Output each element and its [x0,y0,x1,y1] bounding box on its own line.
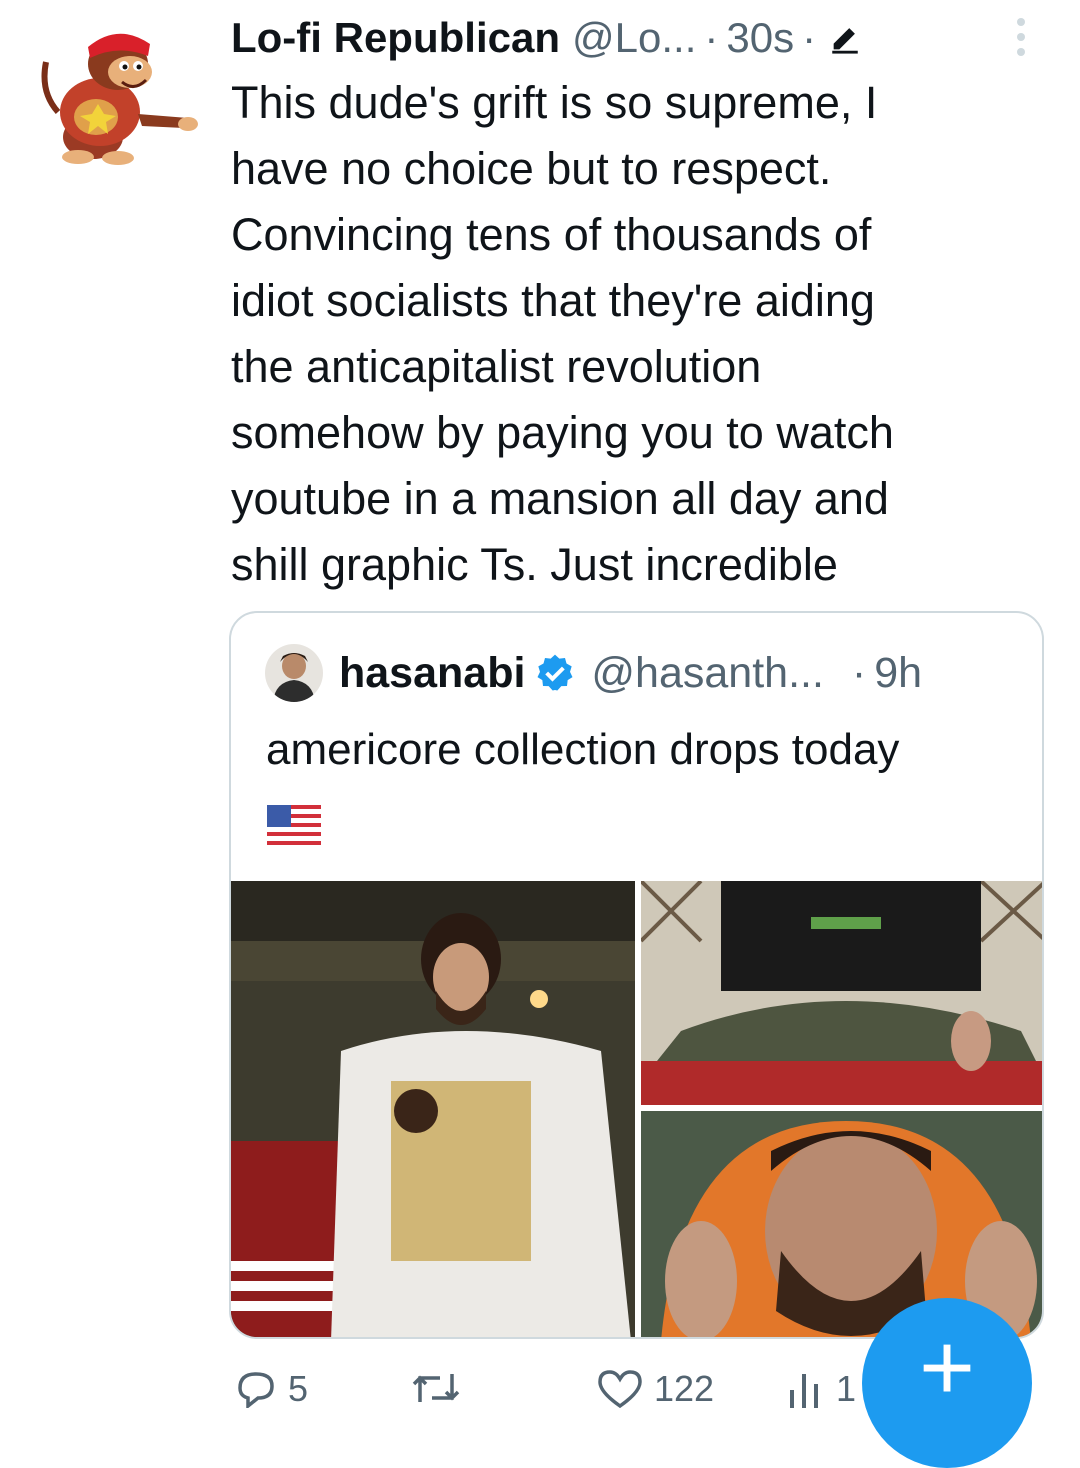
us-flag-icon [267,805,321,845]
tweet-text-line: somehow by paying you to watch [231,407,894,458]
views-chart-icon [790,1374,818,1408]
quoted-tweet-text: americore collection drops today [266,725,900,774]
plus-icon: + [918,1314,976,1421]
quoted-author-name[interactable]: hasanabi [339,649,525,698]
media-photo-3[interactable] [641,1111,1042,1337]
reply-icon [238,1372,274,1408]
tweet-text-line: youtube in a mansion all day and [231,473,889,524]
views-button[interactable]: 1 [786,1368,856,1410]
quoted-tweet-time[interactable]: 9h [874,649,922,698]
quoted-tweet-header: hasanabi @hasanth... · 9h [265,641,922,705]
like-count: 122 [654,1368,715,1409]
photo-tshirt-image [641,881,1042,1105]
tweet-time[interactable]: 30s [726,14,794,62]
tweet-text-line: This dude's grift is so supreme, I [231,77,878,128]
quoted-tweet-media-grid [231,881,1042,1337]
tweet-text-line: idiot socialists that they're aiding [231,275,875,326]
author-name[interactable]: Lo-fi Republican [231,14,560,62]
like-button[interactable]: 122 [596,1368,714,1410]
photo-sweatshirt-image [231,881,635,1337]
tweet-text-line: Convincing tens of thousands of [231,209,872,260]
compose-tweet-button[interactable]: + [862,1298,1032,1468]
retweet-button[interactable] [410,1368,472,1408]
verified-badge-icon [537,654,573,691]
tweet-header: Lo-fi Republican @Lo... · 30s · [231,8,1031,68]
tweet-text-line: the anticapitalist revolution [231,341,762,392]
separator-dot: · [851,648,867,697]
heart-icon [598,1370,642,1408]
separator-dot: · [802,14,817,61]
pencil-icon [832,28,858,54]
quoted-author-avatar[interactable] [265,644,323,702]
photo-hoodie-image [641,1111,1042,1337]
quoted-tweet-card[interactable]: hasanabi @hasanth... · 9h americore coll… [229,611,1044,1339]
tweet-text-line: have no choice but to respect. [231,143,832,194]
quoted-author-handle[interactable]: @hasanth... [591,649,824,698]
person-avatar-icon [265,644,323,702]
retweet-icon [412,1374,460,1402]
author-avatar[interactable] [38,22,200,170]
tweet-text: This dude's grift is so supreme, I have … [231,70,1031,598]
media-photo-1[interactable] [231,881,635,1337]
more-vertical-icon[interactable] [1006,14,1036,60]
media-photo-2[interactable] [641,881,1042,1105]
views-count: 1 [836,1368,857,1409]
monkey-avatar-icon [41,33,198,165]
reply-button[interactable]: 5 [234,1368,308,1410]
tweet-text-line: shill graphic Ts. Just incredible [231,539,838,590]
author-handle[interactable]: @Lo... [572,14,696,62]
reply-count: 5 [288,1368,309,1409]
separator-dot: · [704,14,719,61]
